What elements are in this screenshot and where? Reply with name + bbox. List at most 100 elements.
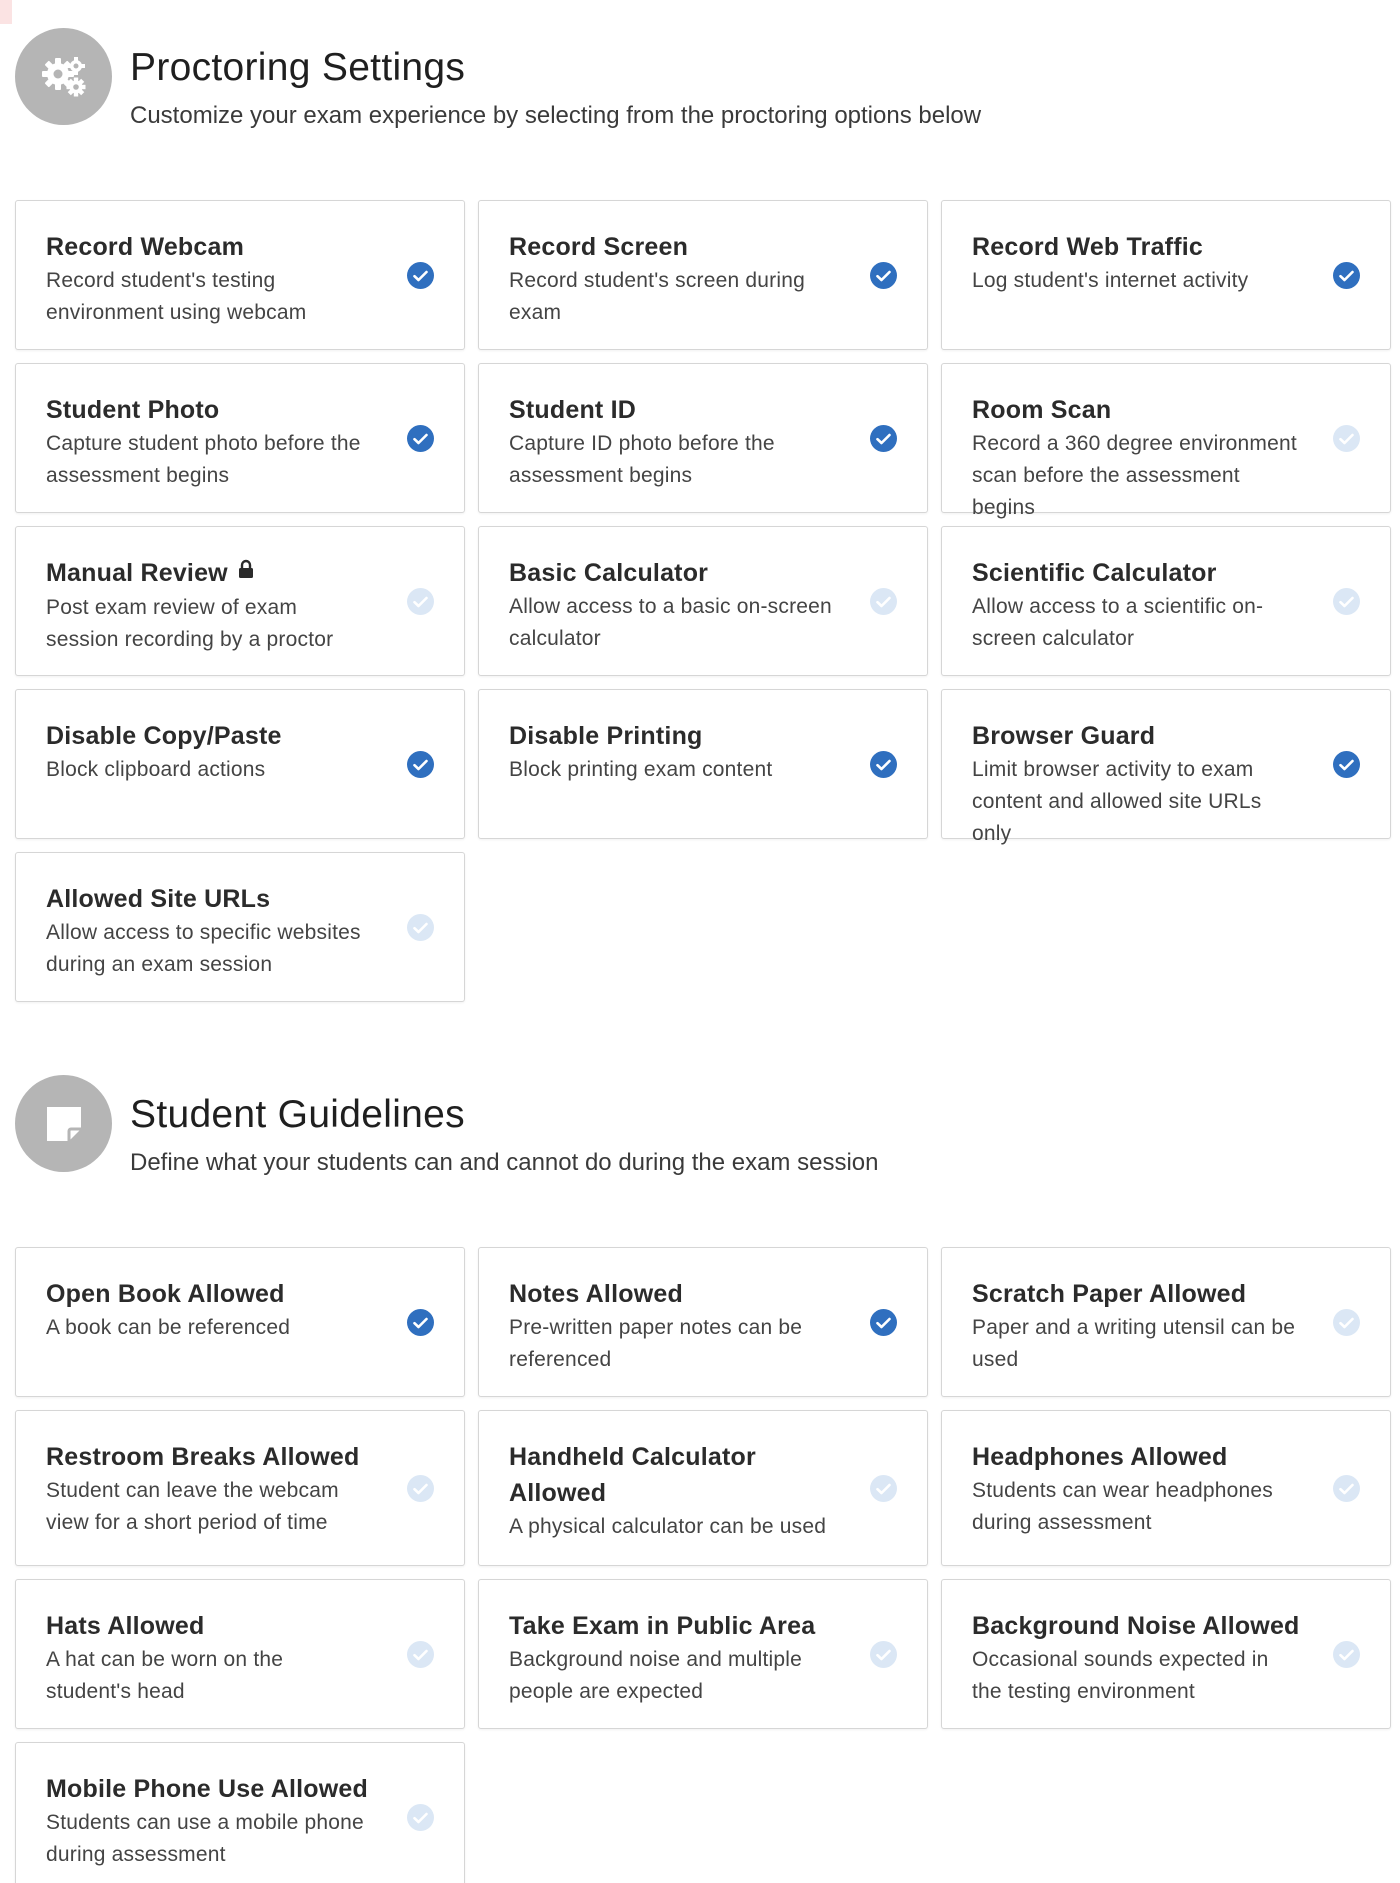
option-card-student-photo[interactable]: Student Photo Capture student photo befo… <box>15 363 465 513</box>
option-card-basic-calculator[interactable]: Basic Calculator Allow access to a basic… <box>478 526 928 676</box>
check-circle-icon[interactable] <box>870 262 897 289</box>
sticky-note-icon <box>15 1075 112 1172</box>
check-circle-icon[interactable] <box>1333 1641 1360 1668</box>
option-title: Restroom Breaks Allowed <box>46 1443 360 1471</box>
option-card-record-web-traffic[interactable]: Record Web Traffic Log student's interne… <box>941 200 1391 350</box>
option-card-browser-guard[interactable]: Browser Guard Limit browser activity to … <box>941 689 1391 845</box>
option-title: Notes Allowed <box>509 1280 683 1308</box>
check-circle-icon[interactable] <box>870 588 897 615</box>
option-card-scratch-paper-allowed[interactable]: Scratch Paper Allowed Paper and a writin… <box>941 1247 1391 1397</box>
option-card-hats-allowed[interactable]: Hats Allowed A hat can be worn on the st… <box>15 1579 465 1729</box>
option-card-scientific-calculator[interactable]: Scientific Calculator Allow access to a … <box>941 526 1391 676</box>
option-description: Block clipboard actions <box>46 758 266 781</box>
option-card-record-webcam[interactable]: Record Webcam Record student's testing e… <box>15 200 465 350</box>
option-card-disable-printing[interactable]: Disable Printing Block printing exam con… <box>478 689 928 839</box>
check-circle-icon[interactable] <box>407 1475 434 1502</box>
check-circle-icon[interactable] <box>407 914 434 941</box>
proctoring-settings-section: Proctoring Settings Customize your exam … <box>15 16 1391 1002</box>
option-description: Capture student photo before the assessm… <box>46 432 361 487</box>
option-card-take-exam-in-public-area[interactable]: Take Exam in Public Area Background nois… <box>478 1579 928 1729</box>
option-title: Scientific Calculator <box>972 559 1217 587</box>
option-description: Block printing exam content <box>509 758 773 781</box>
option-card-allowed-site-urls[interactable]: Allowed Site URLs Allow access to specif… <box>15 852 465 1002</box>
option-title: Scratch Paper Allowed <box>972 1280 1247 1308</box>
option-description: Record student's testing environment usi… <box>46 269 307 324</box>
option-card-mobile-phone-use-allowed[interactable]: Mobile Phone Use Allowed Students can us… <box>15 1742 465 1883</box>
proctoring-options-grid: Record Webcam Record student's testing e… <box>15 200 1391 1002</box>
check-circle-icon[interactable] <box>1333 751 1360 778</box>
option-title: Student ID <box>509 396 636 424</box>
option-title: Record Web Traffic <box>972 233 1203 261</box>
check-circle-icon[interactable] <box>870 425 897 452</box>
option-title: Disable Printing <box>509 722 703 750</box>
option-card-notes-allowed[interactable]: Notes Allowed Pre-written paper notes ca… <box>478 1247 928 1397</box>
option-card-record-screen[interactable]: Record Screen Record student's screen du… <box>478 200 928 350</box>
check-circle-icon[interactable] <box>1333 1309 1360 1336</box>
option-description: Limit browser activity to exam content a… <box>972 758 1262 845</box>
option-title: Record Webcam <box>46 233 245 261</box>
option-description: A physical calculator can be used <box>509 1515 827 1538</box>
option-title: Take Exam in Public Area <box>509 1612 816 1640</box>
option-description: Allow access to a basic on-screen calcul… <box>509 595 832 650</box>
check-circle-icon[interactable] <box>1333 1475 1360 1502</box>
lock-icon <box>238 553 254 589</box>
option-card-open-book-allowed[interactable]: Open Book Allowed A book can be referenc… <box>15 1247 465 1397</box>
option-card-handheld-calculator-allowed[interactable]: Handheld Calculator Allowed A physical c… <box>478 1410 928 1566</box>
option-description: Background noise and multiple people are… <box>509 1648 802 1703</box>
option-title: Open Book Allowed <box>46 1280 285 1308</box>
section-title: Proctoring Settings <box>130 46 466 89</box>
option-title: Room Scan <box>972 396 1112 424</box>
option-card-student-id[interactable]: Student ID Capture ID photo before the a… <box>478 363 928 513</box>
check-circle-icon[interactable] <box>870 1475 897 1502</box>
check-circle-icon[interactable] <box>407 1804 434 1831</box>
option-card-room-scan[interactable]: Room Scan Record a 360 degree environmen… <box>941 363 1391 519</box>
option-title: Student Photo <box>46 396 220 424</box>
student-guidelines-section: Student Guidelines Define what your stud… <box>15 1063 1391 1883</box>
check-circle-icon[interactable] <box>870 751 897 778</box>
option-description: Allow access to a scientific on-screen c… <box>972 595 1264 650</box>
option-title: Headphones Allowed <box>972 1443 1228 1471</box>
option-description: A hat can be worn on the student's head <box>46 1648 284 1703</box>
option-description: Pre-written paper notes can be reference… <box>509 1316 803 1371</box>
check-circle-icon[interactable] <box>407 262 434 289</box>
option-title: Hats Allowed <box>46 1612 205 1640</box>
option-title-row: Manual Review <box>46 555 374 592</box>
option-title: Mobile Phone Use Allowed <box>46 1775 368 1803</box>
option-card-headphones-allowed[interactable]: Headphones Allowed Students can wear hea… <box>941 1410 1391 1566</box>
option-card-disable-copy-paste[interactable]: Disable Copy/Paste Block clipboard actio… <box>15 689 465 839</box>
option-description: Occasional sounds expected in the testin… <box>972 1648 1269 1703</box>
option-title: Basic Calculator <box>509 559 709 587</box>
option-title: Allowed Site URLs <box>46 885 271 913</box>
check-circle-icon[interactable] <box>1333 588 1360 615</box>
option-card-restroom-breaks-allowed[interactable]: Restroom Breaks Allowed Student can leav… <box>15 1410 465 1566</box>
check-circle-icon[interactable] <box>870 1641 897 1668</box>
option-description: Record a 360 degree environment scan bef… <box>972 432 1297 519</box>
option-description: Post exam review of exam session recordi… <box>46 596 334 652</box>
section-subtitle: Customize your exam experience by select… <box>130 102 982 129</box>
check-circle-icon[interactable] <box>407 1641 434 1668</box>
guidelines-options-grid: Open Book Allowed A book can be referenc… <box>15 1247 1391 1883</box>
check-circle-icon[interactable] <box>1333 425 1360 452</box>
option-title: Background Noise Allowed <box>972 1612 1300 1640</box>
option-description: Student can leave the webcam view for a … <box>46 1479 339 1534</box>
check-circle-icon[interactable] <box>407 751 434 778</box>
section-subtitle: Define what your students can and cannot… <box>130 1149 879 1176</box>
option-description: Allow access to specific websites during… <box>46 921 361 976</box>
corner-mark <box>0 0 12 24</box>
proctoring-settings-header: Proctoring Settings Customize your exam … <box>15 16 1390 136</box>
option-description: Students can use a mobile phone during a… <box>46 1811 364 1866</box>
option-title: Record Screen <box>509 233 689 261</box>
option-card-manual-review[interactable]: Manual Review Post exam review of exam s… <box>15 526 465 676</box>
option-description: Log student's internet activity <box>972 269 1249 292</box>
gears-icon <box>15 28 112 125</box>
check-circle-icon[interactable] <box>1333 262 1360 289</box>
check-circle-icon[interactable] <box>870 1309 897 1336</box>
check-circle-icon[interactable] <box>407 588 434 615</box>
student-guidelines-header: Student Guidelines Define what your stud… <box>15 1063 1390 1183</box>
check-circle-icon[interactable] <box>407 425 434 452</box>
option-description: Capture ID photo before the assessment b… <box>509 432 775 487</box>
check-circle-icon[interactable] <box>407 1309 434 1336</box>
option-description: Record student's screen during exam <box>509 269 806 324</box>
option-card-background-noise-allowed[interactable]: Background Noise Allowed Occasional soun… <box>941 1579 1391 1729</box>
option-title: Browser Guard <box>972 722 1156 750</box>
